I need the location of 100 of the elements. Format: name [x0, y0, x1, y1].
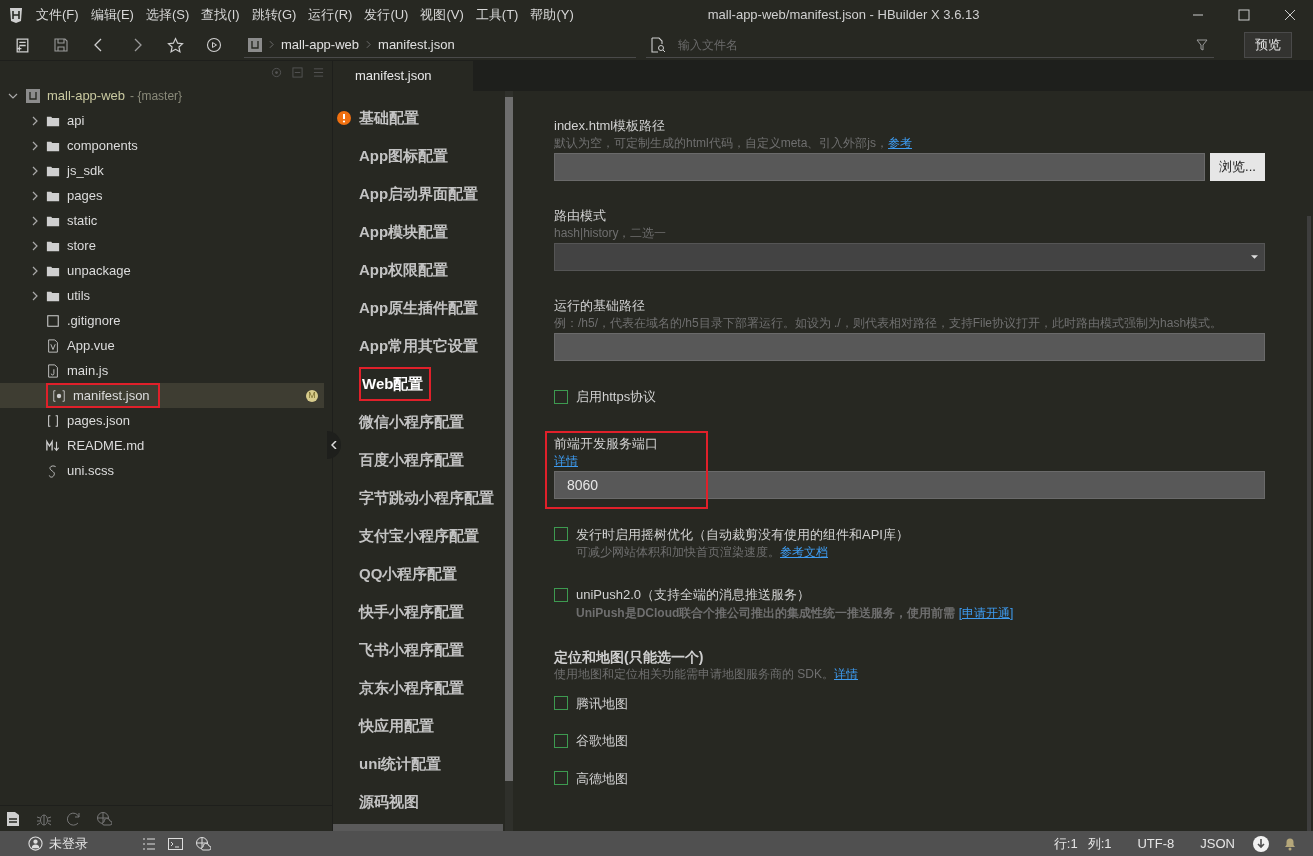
tree-item[interactable]: utils [0, 283, 324, 308]
checkbox[interactable] [554, 696, 568, 711]
field-label: index.html模板路径 [554, 117, 667, 135]
preview-button[interactable]: 预览 [1244, 32, 1292, 58]
chevron-right-icon[interactable] [30, 265, 40, 276]
nav-item[interactable]: 京东小程序配置 [359, 676, 464, 700]
tree-item[interactable]: pages.json [0, 408, 324, 433]
tree-item[interactable]: js_sdk [0, 158, 324, 183]
tree-item[interactable]: api [0, 108, 324, 133]
file-explorer-icon[interactable] [6, 810, 22, 827]
editor-tab[interactable]: manifest.json [333, 61, 473, 91]
help-link[interactable]: 参考 [888, 136, 912, 150]
tree-root[interactable]: mall-app-web - {master} [0, 83, 332, 108]
chevron-right-icon[interactable] [30, 115, 40, 126]
breadcrumb-item[interactable]: mall-app-web [281, 34, 360, 55]
breadcrumb-item[interactable]: manifest.json [378, 34, 455, 55]
chevron-right-icon[interactable] [30, 240, 40, 251]
chevron-right-icon[interactable] [30, 140, 40, 151]
help-link[interactable]: 详情 [834, 666, 858, 681]
filter-icon[interactable] [1196, 38, 1208, 51]
checkbox[interactable] [554, 587, 568, 602]
nav-item[interactable]: QQ小程序配置 [359, 562, 458, 586]
tree-item[interactable]: store [0, 233, 324, 258]
nav-item[interactable]: App模块配置 [359, 220, 449, 244]
collapse-tab[interactable] [327, 431, 341, 459]
menu-item[interactable]: 工具(T) [469, 5, 525, 25]
nav-item[interactable]: App权限配置 [359, 258, 449, 282]
menu-item[interactable]: 帮助(Y) [524, 5, 580, 25]
text-field[interactable]: 8060 [554, 470, 1265, 499]
tree-item[interactable]: uni.scss [0, 458, 324, 483]
chevron-right-icon[interactable] [30, 290, 40, 301]
bell-icon[interactable] [1283, 836, 1297, 851]
nav-item[interactable]: 源码视图 [359, 790, 419, 814]
menu-item[interactable]: 视图(V) [414, 5, 470, 25]
text-field[interactable] [554, 333, 1265, 361]
chevron-right-icon[interactable] [30, 165, 40, 176]
nav-item[interactable]: App启动界面配置 [359, 182, 479, 206]
cloud-globe-icon[interactable] [195, 835, 211, 852]
nav-item[interactable]: 百度小程序配置 [359, 448, 464, 472]
project-icon [26, 88, 40, 103]
login-status[interactable]: 未登录 [49, 833, 88, 854]
checkbox[interactable] [554, 389, 568, 404]
nav-item[interactable]: 快应用配置 [359, 714, 434, 738]
chevron-right-icon[interactable] [30, 215, 40, 226]
text-field[interactable] [554, 153, 1205, 181]
nav-item[interactable]: 快手小程序配置 [359, 600, 464, 624]
nav-item[interactable]: 支付宝小程序配置 [359, 524, 479, 548]
star-icon[interactable] [167, 36, 184, 54]
help-link[interactable]: [申请开通] [958, 605, 1014, 620]
tree-item[interactable]: manifest.json M [0, 383, 324, 408]
tree-item[interactable]: main.js [0, 358, 324, 383]
user-icon[interactable] [28, 836, 43, 851]
nav-item[interactable]: 微信小程序配置 [359, 410, 464, 434]
menu-item[interactable]: 查找(I) [195, 5, 246, 25]
tree-item[interactable]: App.vue [0, 333, 324, 358]
refresh-icon[interactable] [66, 810, 82, 827]
save-icon[interactable] [53, 37, 69, 53]
maximize-icon[interactable] [1238, 9, 1250, 21]
run-icon[interactable] [206, 37, 222, 53]
close-icon[interactable] [1284, 9, 1296, 21]
tree-item[interactable]: .gitignore [0, 308, 324, 333]
tree-item[interactable]: static [0, 208, 324, 233]
terminal-icon[interactable] [168, 836, 183, 851]
nav-item[interactable]: 飞书小程序配置 [359, 638, 464, 662]
download-icon[interactable] [1253, 835, 1269, 852]
nav-item[interactable]: uni统计配置 [359, 752, 442, 776]
nav-item[interactable]: 基础配置 [359, 106, 419, 130]
horizontal-scrollbar[interactable] [333, 824, 503, 831]
menu-item[interactable]: 运行(R) [302, 5, 359, 25]
help-link[interactable]: 参考文档 [780, 545, 828, 559]
vertical-scrollbar[interactable] [505, 97, 513, 781]
nav-item[interactable]: 字节跳动小程序配置 [359, 486, 494, 510]
menu-item[interactable]: 文件(F) [30, 5, 85, 25]
encoding-indicator[interactable]: UTF-8 [1137, 833, 1175, 854]
column-indicator[interactable]: 列:1 [1087, 833, 1112, 854]
tree-item[interactable]: components [0, 133, 324, 158]
chevron-right-icon[interactable] [30, 190, 40, 201]
browse-button[interactable]: 浏览... [1210, 153, 1265, 181]
language-indicator[interactable]: JSON [1200, 833, 1235, 854]
help-link[interactable]: 详情 [554, 453, 578, 468]
nav-item[interactable]: App常用其它设置 [359, 334, 479, 358]
checkbox[interactable] [554, 771, 568, 786]
nav-item[interactable]: App图标配置 [359, 144, 449, 168]
menu-item[interactable]: 选择(S) [139, 5, 196, 25]
field-label: 路由模式 [554, 207, 607, 225]
outline-icon[interactable] [142, 836, 156, 851]
search-field[interactable]: 输入文件名 [678, 35, 1196, 54]
tree-item[interactable]: pages [0, 183, 324, 208]
menu-item[interactable]: 跳转(G) [245, 5, 303, 25]
new-file-icon[interactable] [14, 36, 31, 54]
nav-item[interactable]: App原生插件配置 [359, 296, 479, 320]
checkbox[interactable] [554, 733, 568, 748]
checkbox[interactable] [554, 527, 568, 542]
tree-item[interactable]: unpackage [0, 258, 324, 283]
nav-item[interactable]: Web配置 [359, 366, 432, 402]
menu-item[interactable]: 编辑(E) [84, 5, 140, 25]
menu-item[interactable]: 发行(U) [358, 5, 415, 25]
cloud-globe-icon[interactable] [96, 810, 112, 827]
tree-item[interactable]: README.md [0, 433, 324, 458]
line-indicator[interactable]: 行:1 [1053, 833, 1078, 854]
